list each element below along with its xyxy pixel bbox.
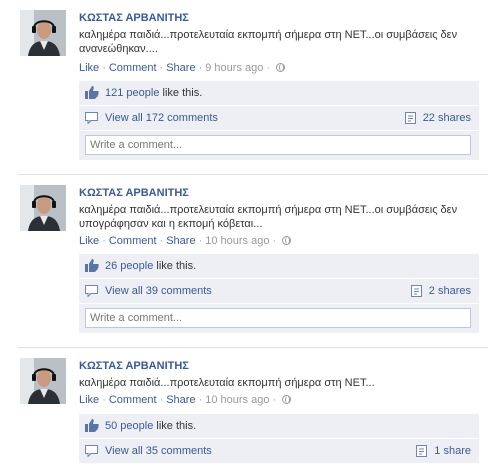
post-actions: Like · Comment · Share · 10 hours ago · <box>79 394 292 406</box>
comments-icon <box>85 282 99 306</box>
ufi-panel: 50 people like this. View all 35 comment… <box>79 414 479 464</box>
likers-link[interactable]: 121 people <box>105 87 159 99</box>
shares-link[interactable]: 1 share <box>416 439 471 466</box>
share-link[interactable]: Share <box>166 62 195 74</box>
likers-link[interactable]: 26 people <box>105 260 153 272</box>
globe-icon <box>282 395 292 404</box>
comments-row: View all 39 comments 2 shares <box>79 279 479 304</box>
timestamp[interactable]: 9 hours ago <box>205 62 263 74</box>
shares-count[interactable]: 2 shares <box>429 285 471 297</box>
shares-icon <box>416 442 428 466</box>
likers-link[interactable]: 50 people <box>105 420 153 432</box>
avatar[interactable] <box>20 10 66 56</box>
comment-input[interactable] <box>85 308 471 328</box>
globe-icon <box>282 236 292 245</box>
post-message: καλημέρα παιδιά...προτελευταία εκπομπή σ… <box>79 29 458 55</box>
comment-link[interactable]: Comment <box>109 394 157 406</box>
avatar[interactable] <box>20 358 66 404</box>
like-link[interactable]: Like <box>79 235 99 247</box>
shares-count[interactable]: 1 share <box>434 445 471 457</box>
post-divider <box>18 174 488 175</box>
thumbs-up-icon <box>85 84 99 108</box>
like-link[interactable]: Like <box>79 62 99 74</box>
likes-row: 121 people like this. <box>79 81 479 106</box>
comment-link[interactable]: Comment <box>109 235 157 247</box>
post-author[interactable]: ΚΩΣΤΑΣ ΑΡΒΑΝΙΤΗΣ <box>79 12 189 24</box>
post-author[interactable]: ΚΩΣΤΑΣ ΑΡΒΑΝΙΤΗΣ <box>79 187 189 199</box>
ufi-panel: 26 people like this. View all 39 comment… <box>79 254 479 333</box>
comments-icon <box>85 442 99 466</box>
like-link[interactable]: Like <box>79 394 99 406</box>
comment-input[interactable] <box>85 135 471 155</box>
post-message: καλημέρα παιδιά...προτελευταία εκπομπή σ… <box>79 204 458 230</box>
share-link[interactable]: Share <box>166 394 195 406</box>
view-all-comments-link[interactable]: View all 172 comments <box>105 112 218 124</box>
comment-box <box>79 131 479 160</box>
post-actions: Like · Comment · Share · 9 hours ago · <box>79 62 286 74</box>
share-link[interactable]: Share <box>166 235 195 247</box>
shares-link[interactable]: 22 shares <box>404 106 471 133</box>
comments-icon <box>85 109 99 133</box>
shares-icon <box>410 282 423 306</box>
post-actions: Like · Comment · Share · 10 hours ago · <box>79 235 292 247</box>
ufi-panel: 121 people like this. View all 172 comme… <box>79 81 479 160</box>
shares-icon <box>404 109 417 133</box>
thumbs-up-icon <box>85 257 99 281</box>
thumbs-up-icon <box>85 417 99 441</box>
post-author[interactable]: ΚΩΣΤΑΣ ΑΡΒΑΝΙΤΗΣ <box>79 360 189 372</box>
post-message: καλημέρα παιδιά...προτελευταία εκπομπή σ… <box>79 377 375 389</box>
likes-suffix: like this. <box>153 260 197 272</box>
comment-link[interactable]: Comment <box>109 62 157 74</box>
view-all-comments-link[interactable]: View all 35 comments <box>105 445 212 457</box>
post-divider <box>18 347 488 348</box>
likes-row: 26 people like this. <box>79 254 479 279</box>
likes-suffix: like this. <box>159 87 203 99</box>
avatar[interactable] <box>20 185 66 231</box>
globe-icon <box>276 63 286 72</box>
view-all-comments-link[interactable]: View all 39 comments <box>105 285 212 297</box>
shares-count[interactable]: 22 shares <box>423 112 471 124</box>
likes-row: 50 people like this. <box>79 414 479 439</box>
timestamp[interactable]: 10 hours ago <box>205 394 269 406</box>
comments-row: View all 172 comments 22 shares <box>79 106 479 131</box>
timestamp[interactable]: 10 hours ago <box>205 235 269 247</box>
shares-link[interactable]: 2 shares <box>410 279 471 306</box>
comment-box <box>79 304 479 333</box>
comments-row: View all 35 comments 1 share <box>79 439 479 464</box>
likes-suffix: like this. <box>153 420 197 432</box>
